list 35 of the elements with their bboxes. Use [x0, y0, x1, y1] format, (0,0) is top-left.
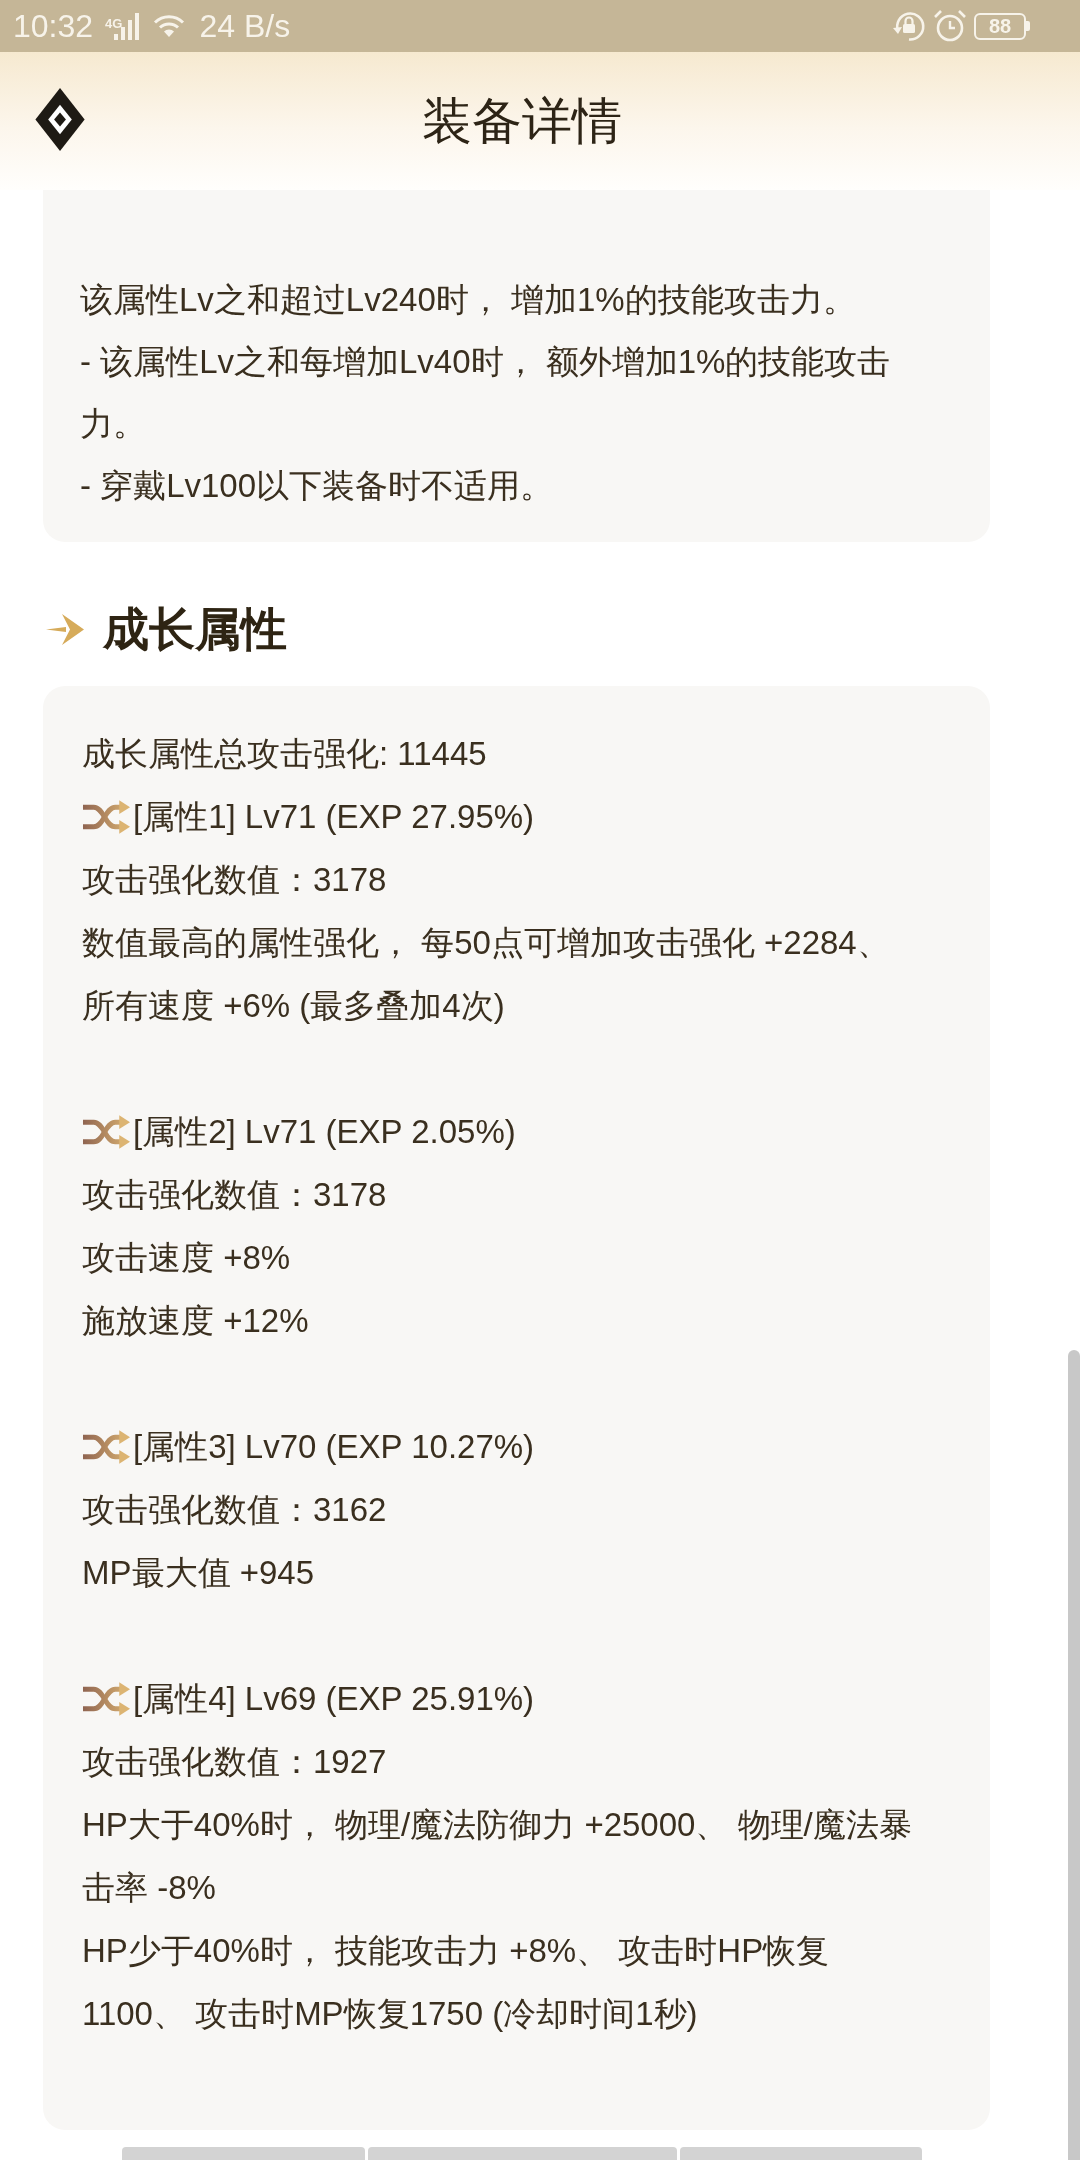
- description-text: - 该属性Lv之和每增加Lv40时， 额外增加1%的技能攻击力。: [80, 342, 892, 444]
- shuffle-icon: [82, 1429, 131, 1464]
- attribute-title: [属性1] Lv71 (EXP 27.95%): [133, 797, 535, 837]
- shuffle-icon: [82, 1681, 131, 1716]
- network-speed: 24 B/s: [199, 7, 291, 45]
- attribute-text: 攻击强化数值：3178: [82, 860, 388, 900]
- attribute-title: [属性2] Lv71 (EXP 2.05%): [133, 1112, 516, 1152]
- alarm-clock-icon: [933, 9, 967, 43]
- description-text: - 穿戴Lv100以下装备时不适用。: [80, 466, 555, 506]
- shuffle-icon: [82, 799, 131, 834]
- attribute-title: [属性4] Lv69 (EXP 25.91%): [133, 1679, 535, 1719]
- attribute-title: [属性3] Lv70 (EXP 10.27%): [133, 1427, 535, 1467]
- status-time: 10:32: [13, 7, 94, 45]
- rotation-lock-icon: [892, 9, 926, 43]
- wifi-icon: [153, 14, 186, 38]
- attribute-text: HP少于40%时， 技能攻击力 +8%、 攻击时HP恢复1100、 攻击时MP恢复1750 (冷却时间1秒): [82, 1931, 831, 2034]
- description-text: 该属性Lv之和超过Lv240时， 增加1%的技能攻击力。: [80, 280, 857, 320]
- attribute-text: HP大于40%时， 物理/魔法防御力 +25000、 物理/魔法暴击率 -8%: [82, 1805, 913, 1908]
- attribute-text: 数值最高的属性强化， 每50点可增加攻击强化 +2284、: [82, 923, 891, 963]
- shuffle-icon: [82, 1114, 131, 1149]
- attribute-text: 攻击强化数值：3162: [82, 1490, 388, 1530]
- attribute-text: MP最大值 +945: [82, 1553, 315, 1593]
- attribute-text: 攻击强化数值：1927: [82, 1742, 388, 1782]
- section-title: 成长属性: [103, 602, 287, 657]
- attribute-text: 所有速度 +6% (最多叠加4次): [82, 986, 506, 1026]
- attribute-text: 攻击强化数值：3178: [82, 1175, 388, 1215]
- diamond-logo-icon[interactable]: [35, 87, 85, 151]
- attribute-text: 攻击速度 +8%: [82, 1238, 292, 1278]
- page-title: 装备详情: [422, 92, 622, 151]
- network-type-label: 4G: [105, 15, 123, 31]
- chevron-arrow-icon: [45, 611, 85, 647]
- scrollbar-thumb[interactable]: [1068, 1350, 1080, 2160]
- battery-percent: 88: [988, 16, 1012, 36]
- attribute-text: 施放速度 +12%: [82, 1301, 310, 1341]
- total-stat-text: 成长属性总攻击强化: 11445: [82, 734, 488, 774]
